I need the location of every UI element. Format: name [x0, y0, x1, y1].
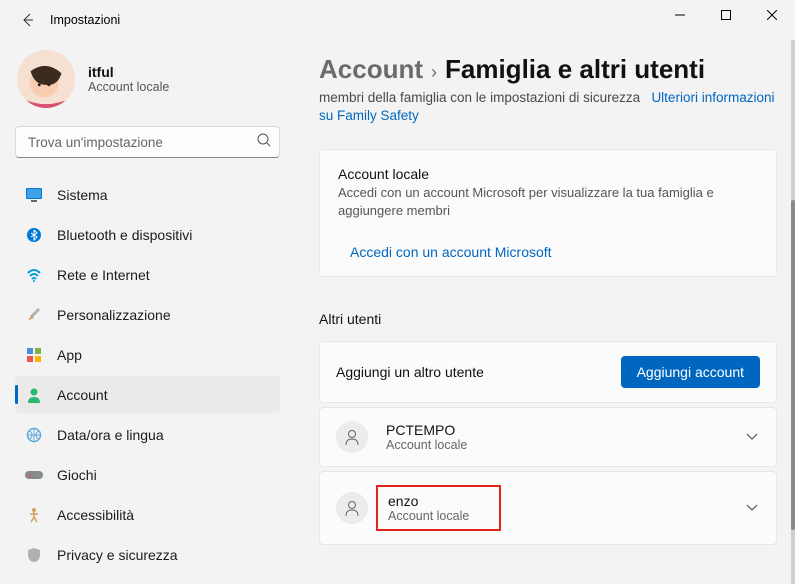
sidebar-item-personalization[interactable]: Personalizzazione [15, 296, 280, 333]
globe-clock-icon [25, 426, 43, 444]
user-row-type: Account locale [386, 438, 467, 452]
sidebar-item-label: Rete e Internet [57, 267, 150, 283]
minimize-button[interactable] [657, 0, 703, 30]
highlight-annotation: enzo Account locale [376, 485, 501, 531]
paintbrush-icon [25, 306, 43, 324]
microsoft-signin-link[interactable]: Accedi con un account Microsoft [350, 244, 552, 260]
window-title: Impostazioni [50, 13, 120, 27]
user-row-type: Account locale [388, 509, 469, 523]
user-profile[interactable]: itful Account locale [15, 40, 295, 126]
chevron-down-icon [746, 428, 758, 446]
sidebar-item-privacy[interactable]: Privacy e sicurezza [15, 536, 280, 573]
page-title: Famiglia e altri utenti [445, 54, 705, 85]
local-account-card: Account locale Accedi con un account Mic… [319, 149, 777, 276]
search-icon [256, 132, 272, 153]
sidebar-item-label: Privacy e sicurezza [57, 547, 178, 563]
gamepad-icon [25, 466, 43, 484]
sidebar-item-time-language[interactable]: Data/ora e lingua [15, 416, 280, 453]
sidebar-item-label: Sistema [57, 187, 108, 203]
sidebar-item-network[interactable]: Rete e Internet [15, 256, 280, 293]
display-icon [25, 186, 43, 204]
other-users-title: Altri utenti [319, 311, 777, 327]
arrow-left-icon [20, 12, 36, 28]
chevron-down-icon [746, 499, 758, 517]
sidebar-item-label: App [57, 347, 82, 363]
card-subtitle: Accedi con un account Microsoft per visu… [338, 184, 758, 219]
sidebar-item-apps[interactable]: App [15, 336, 280, 373]
user-row-name: PCTEMPO [386, 422, 467, 438]
wifi-icon [25, 266, 43, 284]
sidebar-item-accessibility[interactable]: Accessibilità [15, 496, 280, 533]
add-account-button[interactable]: Aggiungi account [621, 356, 760, 388]
sidebar-item-label: Bluetooth e dispositivi [57, 227, 192, 243]
sidebar-item-bluetooth[interactable]: Bluetooth e dispositivi [15, 216, 280, 253]
sidebar-item-system[interactable]: Sistema [15, 176, 280, 213]
sidebar-item-label: Giochi [57, 467, 97, 483]
search-input[interactable] [15, 126, 280, 158]
shield-icon [25, 546, 43, 564]
card-title: Account locale [338, 166, 758, 182]
family-description: membri della famiglia con le impostazion… [319, 89, 777, 125]
sidebar-item-label: Personalizzazione [57, 307, 171, 323]
sidebar-item-label: Account [57, 387, 108, 403]
sidebar-item-label: Data/ora e lingua [57, 427, 164, 443]
maximize-button[interactable] [703, 0, 749, 30]
back-button[interactable] [14, 6, 42, 34]
person-icon [336, 421, 368, 453]
close-icon [767, 10, 777, 20]
sidebar-item-gaming[interactable]: Giochi [15, 456, 280, 493]
add-user-row: Aggiungi un altro utente Aggiungi accoun… [319, 341, 777, 403]
sidebar-item-account[interactable]: Account [15, 376, 280, 413]
sidebar-item-label: Accessibilità [57, 507, 134, 523]
user-name: itful [88, 64, 169, 80]
scrollbar-thumb[interactable] [791, 200, 795, 530]
person-icon [336, 492, 368, 524]
user-row-pctempo[interactable]: PCTEMPO Account locale [319, 407, 777, 467]
maximize-icon [721, 10, 731, 20]
person-icon [25, 386, 43, 404]
user-row-enzo[interactable]: enzo Account locale [319, 471, 777, 545]
breadcrumb: Account › Famiglia e altri utenti [319, 54, 777, 85]
close-button[interactable] [749, 0, 795, 30]
breadcrumb-parent[interactable]: Account [319, 54, 423, 85]
bluetooth-icon [25, 226, 43, 244]
avatar [17, 50, 75, 108]
user-type: Account locale [88, 80, 169, 94]
user-row-name: enzo [388, 493, 469, 509]
apps-icon [25, 346, 43, 364]
chevron-right-icon: › [431, 62, 437, 83]
accessibility-icon [25, 506, 43, 524]
minimize-icon [675, 10, 685, 20]
add-user-label: Aggiungi un altro utente [336, 364, 484, 380]
